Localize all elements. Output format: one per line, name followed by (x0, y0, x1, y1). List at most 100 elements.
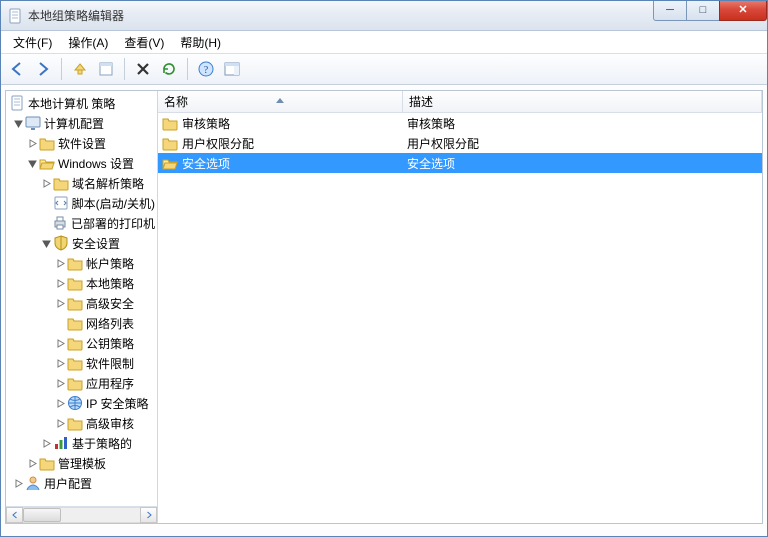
show-pane-button[interactable] (220, 57, 244, 81)
scroll-right-button[interactable] (140, 507, 157, 523)
folder-icon (162, 135, 178, 151)
titlebar: 本地组策略编辑器 ─ □ ✕ (1, 1, 767, 31)
folder-icon (67, 415, 83, 431)
folder-icon (39, 455, 55, 471)
tree-dns[interactable]: 域名解析策略 (72, 175, 144, 192)
expander-icon[interactable] (40, 177, 52, 189)
help-button[interactable] (194, 57, 218, 81)
app-icon (7, 8, 23, 24)
menubar: 文件(F) 操作(A) 查看(V) 帮助(H) (1, 31, 767, 53)
toolbar-sep (61, 58, 62, 80)
tree-security-settings[interactable]: 安全设置 (72, 235, 120, 252)
list-row[interactable]: 审核策略审核策略 (158, 113, 762, 133)
folder-icon (162, 115, 178, 131)
list-row[interactable]: 用户权限分配 用户权限分配 (158, 133, 762, 153)
window-title: 本地组策略编辑器 (28, 7, 654, 24)
splitter-wrap: 本地计算机 策略 计算机配置 (5, 90, 763, 524)
expander-icon[interactable] (54, 297, 66, 309)
tree-advanced-sec[interactable]: 高级安全 (86, 295, 134, 312)
back-button[interactable] (5, 57, 29, 81)
menu-file[interactable]: 文件(F) (5, 32, 60, 53)
folder-icon (67, 375, 83, 391)
tree-hscrollbar[interactable] (6, 506, 157, 523)
tree-ipsec[interactable]: IP 安全策略 (86, 395, 148, 412)
expander-icon[interactable] (54, 277, 66, 289)
bars-icon (53, 435, 69, 451)
minimize-button[interactable]: ─ (653, 1, 687, 21)
tree-policy-based[interactable]: 基于策略的 (72, 435, 132, 452)
list-row-name: 审核策略 (182, 115, 230, 132)
list-pane: 名称 描述 审核策略审核策略用户权限分配 用户权限分配安全选项安全选项 (158, 91, 762, 523)
expander-icon[interactable] (26, 137, 38, 149)
tree-software-settings[interactable]: 软件设置 (58, 135, 106, 152)
expander-icon[interactable] (54, 357, 66, 369)
expander-icon[interactable] (26, 157, 38, 169)
tree-account-policy[interactable]: 帐户策略 (86, 255, 134, 272)
tree-root[interactable]: 本地计算机 策略 (28, 95, 115, 112)
expander-icon[interactable] (54, 337, 66, 349)
delete-button[interactable] (131, 57, 155, 81)
tree-pubkey[interactable]: 公钥策略 (86, 335, 134, 352)
list-row-name: 用户权限分配 (182, 135, 254, 152)
user-icon (25, 475, 41, 491)
globe-icon (67, 395, 83, 411)
client-area: 本地计算机 策略 计算机配置 (1, 85, 767, 528)
menu-help[interactable]: 帮助(H) (172, 32, 229, 53)
expander-icon[interactable] (40, 437, 52, 449)
tree[interactable]: 本地计算机 策略 计算机配置 (6, 91, 157, 506)
folder-icon (39, 135, 55, 151)
tree-admin-templates[interactable]: 管理模板 (58, 455, 106, 472)
tree-local-policy[interactable]: 本地策略 (86, 275, 134, 292)
close-button[interactable]: ✕ (719, 1, 767, 21)
folder-icon (53, 175, 69, 191)
forward-button[interactable] (31, 57, 55, 81)
folder-open-icon (39, 155, 55, 171)
expander-icon[interactable] (40, 237, 52, 249)
list-row-name: 安全选项 (182, 155, 230, 172)
expander-icon[interactable] (12, 117, 24, 129)
maximize-button[interactable]: □ (686, 1, 720, 21)
tree-scripts[interactable]: 脚本(启动/关机) (72, 195, 155, 212)
scroll-track[interactable] (23, 507, 140, 523)
list-body[interactable]: 审核策略审核策略用户权限分配 用户权限分配安全选项安全选项 (158, 113, 762, 523)
expander-icon[interactable] (26, 457, 38, 469)
doc-icon (9, 95, 25, 111)
folder-icon (67, 295, 83, 311)
tree-user-config[interactable]: 用户配置 (44, 475, 92, 492)
list-header: 名称 描述 (158, 91, 762, 113)
tree-computer-config[interactable]: 计算机配置 (44, 115, 104, 132)
expander-icon[interactable] (54, 257, 66, 269)
tree-deployed[interactable]: 已部署的打印机 (71, 215, 155, 232)
menu-view[interactable]: 查看(V) (116, 32, 172, 53)
expander-icon[interactable] (54, 417, 66, 429)
list-row-desc: 用户权限分配 (403, 135, 762, 152)
script-icon (53, 195, 69, 211)
expander-icon[interactable] (12, 477, 24, 489)
folder-open-icon (162, 155, 178, 171)
menu-action[interactable]: 操作(A) (60, 32, 116, 53)
scroll-left-button[interactable] (6, 507, 23, 523)
up-level-button[interactable] (68, 57, 92, 81)
tree-windows-settings[interactable]: Windows 设置 (58, 155, 134, 172)
app-window: 本地组策略编辑器 ─ □ ✕ 文件(F) 操作(A) 查看(V) 帮助(H) (0, 0, 768, 537)
folder-icon (67, 315, 83, 331)
folder-icon (67, 275, 83, 291)
column-name[interactable]: 名称 (158, 91, 403, 112)
toolbar-sep-2 (124, 58, 125, 80)
scroll-thumb[interactable] (23, 508, 61, 522)
tree-software-restrict[interactable]: 软件限制 (86, 355, 134, 372)
expander-icon[interactable] (54, 397, 66, 409)
tree-network[interactable]: 网络列表 (86, 315, 134, 332)
window-buttons: ─ □ ✕ (654, 1, 767, 30)
sort-asc-icon (276, 92, 284, 106)
toolbar (1, 53, 767, 85)
shield-icon (53, 235, 69, 251)
tree-app[interactable]: 应用程序 (86, 375, 134, 392)
printer-icon (52, 215, 68, 231)
refresh-button[interactable] (157, 57, 181, 81)
column-desc[interactable]: 描述 (403, 91, 762, 112)
expander-icon[interactable] (54, 377, 66, 389)
tree-advanced-audit[interactable]: 高级审核 (86, 415, 134, 432)
properties-button[interactable] (94, 57, 118, 81)
list-row[interactable]: 安全选项安全选项 (158, 153, 762, 173)
